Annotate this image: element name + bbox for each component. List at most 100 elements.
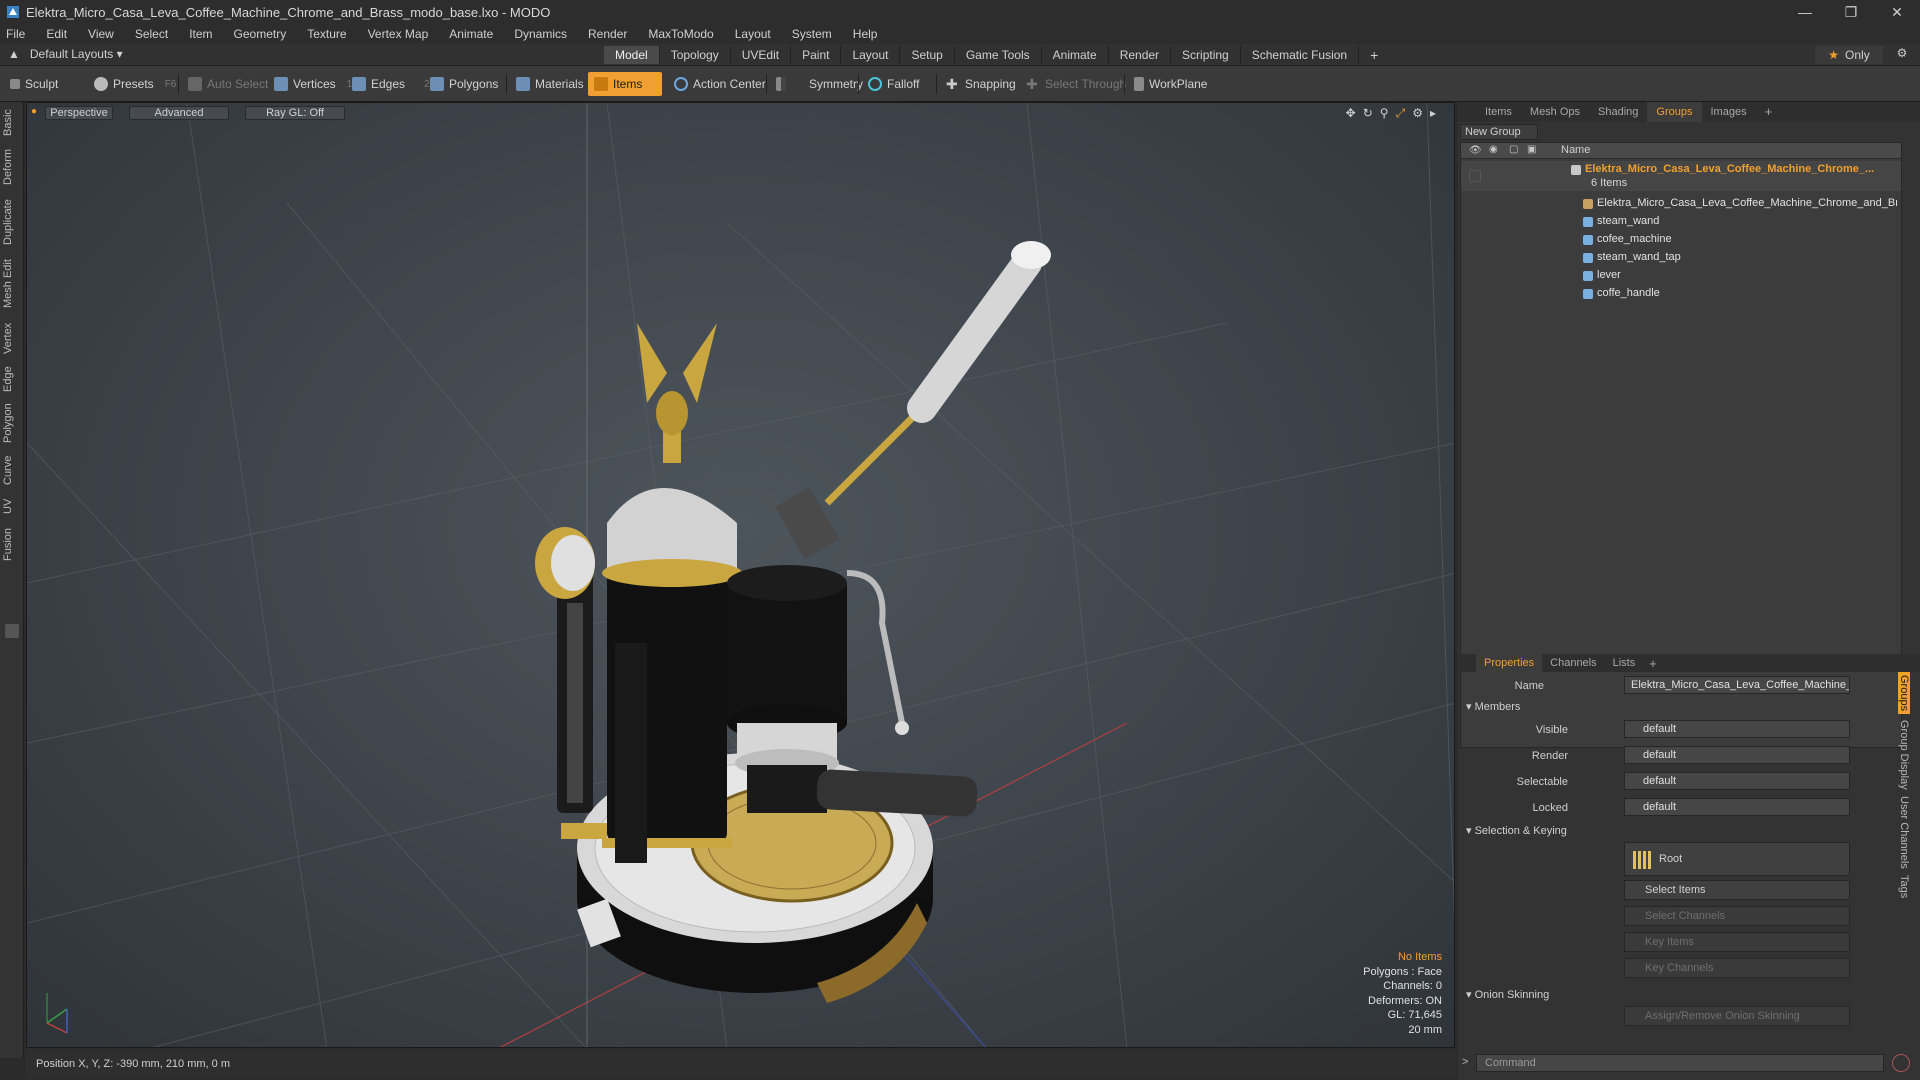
- left-tab-curve[interactable]: Curve: [2, 452, 22, 488]
- key-channels-button[interactable]: Key Channels: [1624, 958, 1850, 978]
- viewport-settings-icon[interactable]: ⚙: [1412, 106, 1423, 121]
- onion-skinning-section[interactable]: ▾ Onion Skinning: [1466, 988, 1549, 1001]
- menu-system[interactable]: System: [792, 27, 832, 41]
- snapping-button[interactable]: ✚ Snapping: [940, 72, 1022, 96]
- left-tab-uv[interactable]: UV: [2, 494, 22, 518]
- presets-button[interactable]: Presets F6: [88, 72, 182, 96]
- menu-edit[interactable]: Edit: [46, 27, 67, 41]
- select-column-icon[interactable]: ▣: [1527, 144, 1536, 155]
- visible-select[interactable]: default: [1624, 720, 1850, 738]
- items-button[interactable]: Items: [588, 72, 662, 96]
- tab-groups[interactable]: Groups: [1647, 102, 1702, 122]
- left-tab-basic[interactable]: Basic: [2, 106, 22, 140]
- list-item[interactable]: steam_wand: [1461, 213, 1901, 231]
- list-item[interactable]: Elektra_Micro_Casa_Leva_Coffee_Machine_C…: [1461, 195, 1901, 213]
- selection-keying-section[interactable]: ▾ Selection & Keying: [1466, 824, 1567, 837]
- key-items-button[interactable]: Key Items: [1624, 932, 1850, 952]
- render-column-icon[interactable]: ◉: [1489, 144, 1498, 155]
- list-item[interactable]: lever: [1461, 267, 1901, 285]
- add-tab-icon[interactable]: +: [1359, 46, 1389, 64]
- tab-paint[interactable]: Paint: [791, 46, 842, 64]
- left-tab-fusion[interactable]: Fusion: [2, 524, 22, 564]
- minimize-button[interactable]: —: [1782, 0, 1828, 24]
- 3d-viewport[interactable]: ● Perspective Advanced Ray GL: Off ✥ ↻ ⚲…: [26, 102, 1455, 1048]
- polygons-button[interactable]: Polygons: [424, 72, 504, 96]
- tab-mesh-ops[interactable]: Mesh Ops: [1521, 102, 1589, 122]
- viewport-more-icon[interactable]: ▸: [1430, 106, 1436, 121]
- tab-items[interactable]: Items: [1476, 102, 1521, 122]
- fit-view-icon[interactable]: ⤢: [1396, 106, 1406, 121]
- layout-selector[interactable]: Default Layouts ▾: [30, 47, 123, 61]
- falloff-button[interactable]: Falloff: [862, 72, 925, 96]
- select-through-button[interactable]: ✚ Select Through: [1020, 72, 1132, 96]
- materials-button[interactable]: Materials: [510, 72, 590, 96]
- menu-animate[interactable]: Animate: [449, 27, 493, 41]
- root-button[interactable]: Root: [1624, 842, 1850, 876]
- toggle-panel-icon[interactable]: [5, 624, 19, 638]
- lock-column-icon[interactable]: ▢: [1509, 144, 1518, 155]
- left-tab-edge[interactable]: Edge: [2, 364, 22, 394]
- tab-uvedit[interactable]: UVEdit: [731, 46, 792, 64]
- menu-layout[interactable]: Layout: [735, 27, 771, 41]
- left-tab-vertex[interactable]: Vertex: [2, 318, 22, 358]
- viewport-menu-icon[interactable]: ●: [31, 106, 37, 117]
- tab-model[interactable]: Model: [604, 46, 660, 64]
- menu-render[interactable]: Render: [588, 27, 627, 41]
- command-input[interactable]: Command: [1476, 1054, 1884, 1072]
- menu-item[interactable]: Item: [189, 27, 212, 41]
- shading-mode-button[interactable]: Advanced: [129, 106, 229, 120]
- command-history-icon[interactable]: [1892, 1054, 1910, 1072]
- tab-scripting[interactable]: Scripting: [1171, 46, 1241, 64]
- menu-view[interactable]: View: [88, 27, 114, 41]
- edges-button[interactable]: Edges 2: [346, 72, 436, 96]
- view-type-button[interactable]: Perspective: [45, 106, 113, 120]
- workplane-button[interactable]: WorkPlane: [1128, 72, 1213, 96]
- gear-icon[interactable]: ⚙: [1892, 46, 1912, 64]
- rotate-view-icon[interactable]: ↻: [1363, 106, 1373, 121]
- tab-layout[interactable]: Layout: [841, 46, 901, 64]
- menu-texture[interactable]: Texture: [307, 27, 346, 41]
- auto-select-button[interactable]: Auto Select: [182, 72, 274, 96]
- action-center-button[interactable]: Action Center: [668, 72, 772, 96]
- onion-skinning-button[interactable]: Assign/Remove Onion Skinning: [1624, 1006, 1850, 1026]
- left-tab-polygon[interactable]: Polygon: [2, 400, 22, 446]
- zoom-view-icon[interactable]: ⚲: [1380, 106, 1389, 121]
- left-tab-deform[interactable]: Deform: [2, 146, 22, 188]
- menu-maxtomodo[interactable]: MaxToModo: [648, 27, 713, 41]
- tab-animate[interactable]: Animate: [1042, 46, 1109, 64]
- list-item[interactable]: cofee_machine: [1461, 231, 1901, 249]
- add-properties-tab-icon[interactable]: +: [1643, 656, 1663, 671]
- symmetry-button[interactable]: Symmetry: [770, 72, 869, 96]
- select-channels-button[interactable]: Select Channels: [1624, 906, 1850, 926]
- close-button[interactable]: ✕: [1874, 0, 1920, 24]
- tab-topology[interactable]: Topology: [660, 46, 731, 64]
- restore-button[interactable]: ❐: [1828, 0, 1874, 24]
- list-item[interactable]: steam_wand_tap: [1461, 249, 1901, 267]
- render-select[interactable]: default: [1624, 746, 1850, 764]
- tab-setup[interactable]: Setup: [900, 46, 955, 64]
- move-view-icon[interactable]: ✥: [1346, 106, 1356, 121]
- group-row[interactable]: Elektra_Micro_Casa_Leva_Coffee_Machine_C…: [1461, 161, 1901, 191]
- select-items-button[interactable]: Select Items: [1624, 880, 1850, 900]
- raygl-button[interactable]: Ray GL: Off: [245, 106, 345, 120]
- side-tab-groups[interactable]: Groups: [1898, 672, 1910, 715]
- tab-schematic-fusion[interactable]: Schematic Fusion: [1241, 46, 1360, 64]
- menu-dynamics[interactable]: Dynamics: [514, 27, 567, 41]
- tab-shading[interactable]: Shading: [1589, 102, 1647, 122]
- tab-properties[interactable]: Properties: [1476, 654, 1543, 672]
- selectable-select[interactable]: default: [1624, 772, 1850, 790]
- tab-channels[interactable]: Channels: [1542, 654, 1604, 672]
- left-tab-mesh-edit[interactable]: Mesh Edit: [2, 256, 22, 312]
- new-group-button[interactable]: New Group: [1460, 124, 1538, 140]
- name-field[interactable]: Elektra_Micro_Casa_Leva_Coffee_Machine_C…: [1624, 676, 1850, 694]
- group-visible-toggle[interactable]: [1469, 170, 1481, 182]
- tab-lists[interactable]: Lists: [1605, 654, 1644, 672]
- side-tab-user-channels[interactable]: User Channels: [1898, 796, 1910, 869]
- menu-vertex-map[interactable]: Vertex Map: [368, 27, 429, 41]
- vertices-button[interactable]: Vertices 1: [268, 72, 358, 96]
- menu-help[interactable]: Help: [853, 27, 878, 41]
- members-section[interactable]: ▾ Members: [1466, 700, 1520, 713]
- layout-collapse-icon[interactable]: ▲: [8, 47, 20, 61]
- visibility-column-icon[interactable]: 👁: [1469, 145, 1482, 156]
- menu-select[interactable]: Select: [135, 27, 168, 41]
